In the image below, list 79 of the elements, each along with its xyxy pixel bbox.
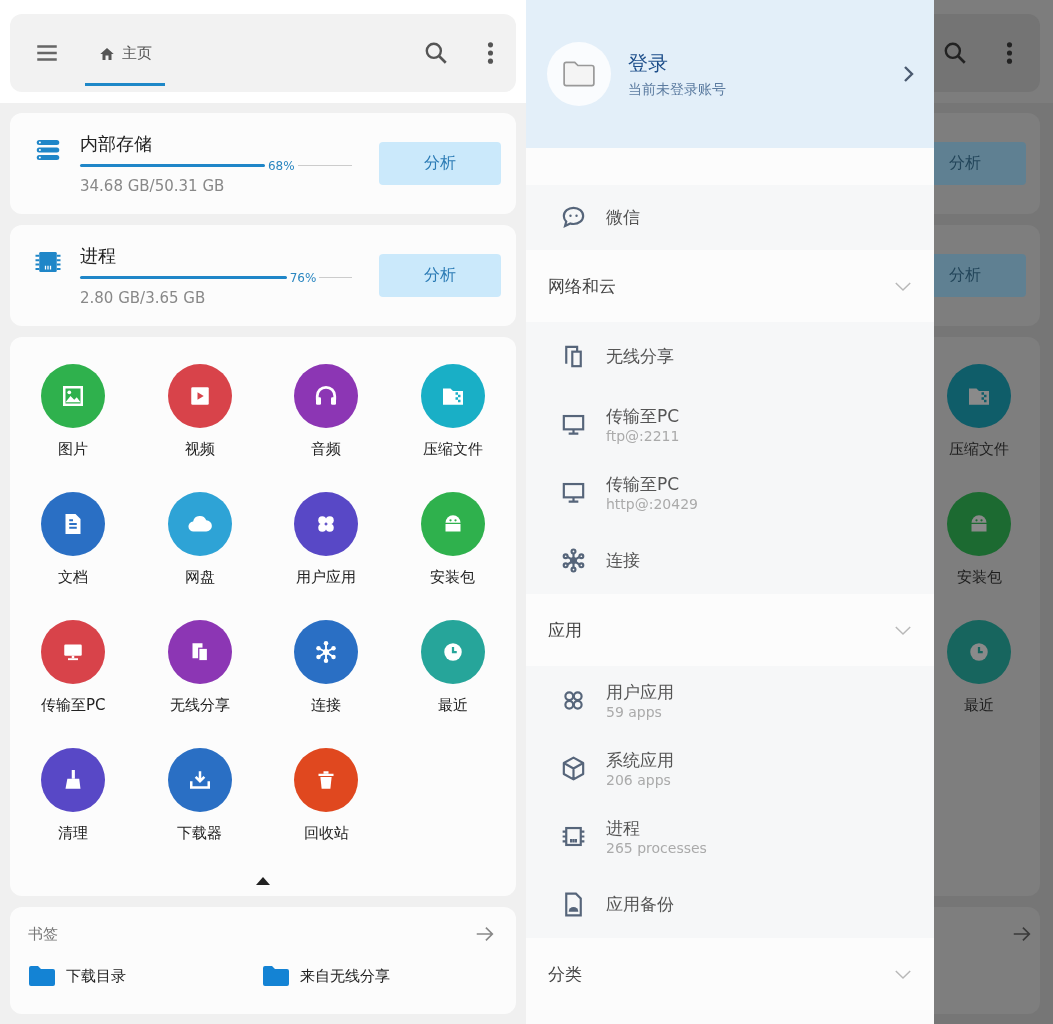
bookmark-label[interactable]: 下载目录 — [66, 966, 126, 986]
drawer-item[interactable]: 传输至PC ftp@:2211 — [526, 390, 934, 458]
account-status: 当前未登录账号 — [628, 80, 727, 99]
login-title: 登录 — [628, 49, 669, 77]
item-subtitle: 265 processes — [606, 839, 707, 856]
folder-icon[interactable] — [28, 965, 56, 987]
section-title[interactable]: 网络和云 — [548, 274, 616, 298]
category-label: 最近 — [964, 695, 994, 715]
category-icon[interactable] — [167, 492, 232, 556]
card-title: 内部存储 — [80, 132, 153, 155]
item-title: 用户应用 — [606, 680, 674, 704]
account-header[interactable]: 登录 当前未登录账号 — [526, 0, 934, 148]
item-title: 无线分享 — [606, 344, 674, 368]
category-icon[interactable] — [41, 492, 106, 556]
category-label[interactable]: 用户应用 — [296, 567, 357, 587]
item-title: 微信 — [606, 206, 640, 229]
category-icon[interactable] — [41, 748, 106, 812]
category-label: 压缩文件 — [949, 439, 1009, 459]
category-icon[interactable] — [294, 364, 359, 428]
category-label[interactable]: 文档 — [58, 567, 89, 587]
item-title: 连接 — [606, 548, 640, 572]
category-icon[interactable] — [294, 748, 359, 812]
category-icon[interactable] — [167, 364, 232, 428]
category-label[interactable]: 下载器 — [177, 823, 223, 843]
card-title: 进程 — [80, 244, 117, 267]
item-subtitle: 206 apps — [606, 771, 672, 788]
bookmark-label[interactable]: 来自无线分享 — [300, 966, 390, 986]
item-title: 传输至PC — [606, 472, 681, 496]
drawer-item[interactable]: 无线分享 — [526, 322, 934, 390]
item-title: 应用备份 — [606, 892, 674, 916]
drawer-item[interactable]: 连接 — [526, 526, 934, 594]
category-label[interactable]: 网盘 — [184, 567, 215, 587]
category-label[interactable]: 连接 — [311, 695, 342, 715]
section-title[interactable]: 应用 — [548, 618, 582, 642]
drawer-item[interactable]: 进程 265 processes — [526, 802, 934, 870]
collapse-icon[interactable] — [256, 877, 270, 885]
item-title: 系统应用 — [606, 748, 674, 772]
category-label[interactable]: 图片 — [58, 439, 89, 459]
category-label[interactable]: 回收站 — [303, 823, 349, 843]
drawer-item[interactable]: 系统应用 206 apps — [526, 734, 934, 802]
section-title[interactable]: 分类 — [548, 962, 582, 986]
category-label: 安装包 — [956, 567, 1002, 587]
category-icon[interactable] — [41, 364, 106, 428]
item-title: 传输至PC — [606, 404, 680, 428]
drawer-item[interactable]: 应用备份 — [526, 870, 934, 938]
category-label[interactable]: 最近 — [437, 695, 468, 715]
analyze-button[interactable]: 分析 — [379, 254, 501, 297]
category-label[interactable]: 压缩文件 — [422, 439, 483, 459]
usage-label: 34.68 GB/50.31 GB — [80, 176, 226, 195]
category-label[interactable]: 无线分享 — [169, 695, 230, 715]
analyze-button[interactable]: 分析 — [379, 142, 501, 185]
usage-label: 2.80 GB/3.65 GB — [80, 288, 207, 307]
chevron-right-icon — [902, 64, 914, 84]
category-icon[interactable] — [294, 492, 359, 556]
search-icon[interactable] — [423, 40, 449, 66]
more-icon[interactable] — [487, 41, 494, 65]
category-icon[interactable] — [41, 620, 106, 684]
section-title: 书签 — [28, 924, 58, 944]
category-label[interactable]: 清理 — [58, 823, 89, 843]
category-label[interactable]: 传输至PC — [41, 695, 106, 715]
drawer-item[interactable]: 微信 — [526, 185, 934, 250]
category-label[interactable]: 视频 — [184, 439, 215, 459]
more-icon — [1006, 41, 1013, 65]
search-icon — [942, 40, 968, 66]
category-icon[interactable] — [167, 620, 232, 684]
category-icon[interactable] — [420, 620, 485, 684]
folder-icon[interactable] — [262, 965, 290, 987]
item-subtitle: 59 apps — [606, 703, 663, 720]
category-icon[interactable] — [167, 748, 232, 812]
home-tab[interactable]: 主页 — [85, 30, 165, 86]
category-icon[interactable] — [420, 492, 485, 556]
category-icon[interactable] — [294, 620, 359, 684]
item-subtitle: http@:20429 — [606, 495, 698, 512]
drawer-item[interactable]: 传输至PC http@:20429 — [526, 458, 934, 526]
item-title: 进程 — [606, 816, 641, 840]
category-label[interactable]: 安装包 — [430, 567, 476, 587]
category-label[interactable]: 音频 — [311, 439, 342, 459]
drawer-item[interactable]: 用户应用 59 apps — [526, 666, 934, 734]
item-subtitle: ftp@:2211 — [606, 427, 680, 444]
